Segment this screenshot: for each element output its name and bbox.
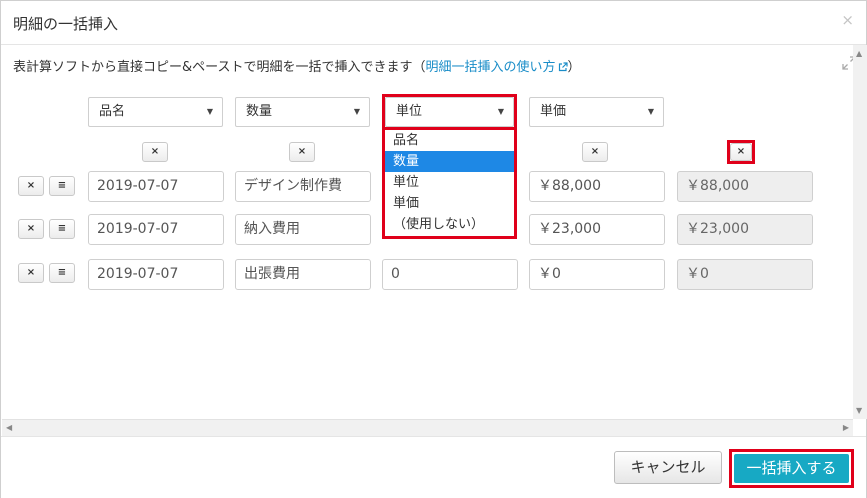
scroll-left-icon[interactable]: ◀ xyxy=(6,423,12,432)
column-select-4[interactable]: 単価 ▼ xyxy=(529,97,664,127)
chevron-down-icon: ▼ xyxy=(206,107,213,116)
row-3-cell-5: ￥0 xyxy=(677,259,813,290)
column-select-4-value: 単価 xyxy=(540,104,567,119)
row-3-cell-3[interactable]: 0 xyxy=(382,259,518,290)
dialog-title: 明細の一括挿入 xyxy=(13,15,119,33)
column-select-2[interactable]: 数量 ▼ xyxy=(235,97,370,127)
column-select-2-value: 数量 xyxy=(246,104,273,119)
remove-column-2-button[interactable]: × xyxy=(289,142,315,162)
description: 表計算ソフトから直接コピー&ペーストで明細を一括で挿入できます（明細一括挿入の使… xyxy=(13,56,581,75)
row-2-cell-1[interactable]: 2019-07-07 xyxy=(88,214,224,245)
column-select-3[interactable]: 単位 ▼ xyxy=(385,97,514,127)
dialog-header: 明細の一括挿入 × xyxy=(1,1,866,45)
scroll-right-icon[interactable]: ▶ xyxy=(843,423,849,432)
remove-column-4-button[interactable]: × xyxy=(582,142,608,162)
row-2-cell-5: ￥23,000 xyxy=(677,214,813,245)
external-link-icon xyxy=(558,62,568,72)
row-2-menu-icon[interactable]: ≡ xyxy=(49,219,75,239)
dialog-footer: キャンセル 一括挿入する xyxy=(1,436,866,498)
scroll-down-icon[interactable]: ▼ xyxy=(856,406,862,415)
column-select-1[interactable]: 品名 ▼ xyxy=(88,97,223,127)
chevron-down-icon: ▼ xyxy=(647,107,654,116)
column-select-3-value: 単位 xyxy=(396,104,423,119)
scroll-up-icon[interactable]: ▲ xyxy=(856,49,862,58)
dropdown-option-hinmei[interactable]: 品名 xyxy=(385,130,514,151)
dropdown-option-suryo[interactable]: 数量 xyxy=(385,151,514,172)
row-2-cell-4[interactable]: ￥23,000 xyxy=(529,214,665,245)
bulk-insert-dialog: 明細の一括挿入 × 表計算ソフトから直接コピー&ペーストで明細を一括で挿入できま… xyxy=(0,0,867,498)
dropdown-option-tanka[interactable]: 単価 xyxy=(385,193,514,214)
cancel-button[interactable]: キャンセル xyxy=(614,451,722,484)
dropdown-option-unused[interactable]: （使用しない） xyxy=(385,214,514,235)
remove-row-1-button[interactable]: × xyxy=(18,176,44,196)
help-link[interactable]: 明細一括挿入の使い方 xyxy=(426,60,568,75)
dropdown-option-tani[interactable]: 単位 xyxy=(385,172,514,193)
chevron-down-icon: ▼ xyxy=(497,107,504,116)
row-1-cell-4[interactable]: ￥88,000 xyxy=(529,171,665,202)
row-3-cell-4[interactable]: ￥0 xyxy=(529,259,665,290)
row-2-cell-2[interactable]: 納入費用 xyxy=(235,214,371,245)
remove-row-3-button[interactable]: × xyxy=(18,263,44,283)
row-3-cell-2[interactable]: 出張費用 xyxy=(235,259,371,290)
row-1-cell-1[interactable]: 2019-07-07 xyxy=(88,171,224,202)
description-text: 表計算ソフトから直接コピー&ペーストで明細を一括で挿入できます（ xyxy=(13,60,426,75)
chevron-down-icon: ▼ xyxy=(353,107,360,116)
horizontal-scrollbar[interactable]: ◀ ▶ xyxy=(2,419,853,436)
help-link-label: 明細一括挿入の使い方 xyxy=(425,60,556,75)
vertical-scrollbar[interactable]: ▲ ▼ xyxy=(853,45,867,419)
row-1-cell-5: ￥88,000 xyxy=(677,171,813,202)
remove-column-1-button[interactable]: × xyxy=(142,142,168,162)
remove-column-5-button[interactable]: × xyxy=(730,143,752,161)
description-suffix: ） xyxy=(567,60,581,75)
remove-row-2-button[interactable]: × xyxy=(18,219,44,239)
bulk-insert-button[interactable]: 一括挿入する xyxy=(734,454,849,483)
column-select-1-value: 品名 xyxy=(99,104,126,119)
row-3-cell-1[interactable]: 2019-07-07 xyxy=(88,259,224,290)
row-1-cell-2[interactable]: デザイン制作費 xyxy=(235,171,371,202)
close-icon[interactable]: × xyxy=(841,11,854,29)
row-3-menu-icon[interactable]: ≡ xyxy=(49,263,75,283)
row-1-menu-icon[interactable]: ≡ xyxy=(49,176,75,196)
column-3-dropdown-list: 品名 数量 単位 単価 （使用しない） xyxy=(382,127,517,239)
